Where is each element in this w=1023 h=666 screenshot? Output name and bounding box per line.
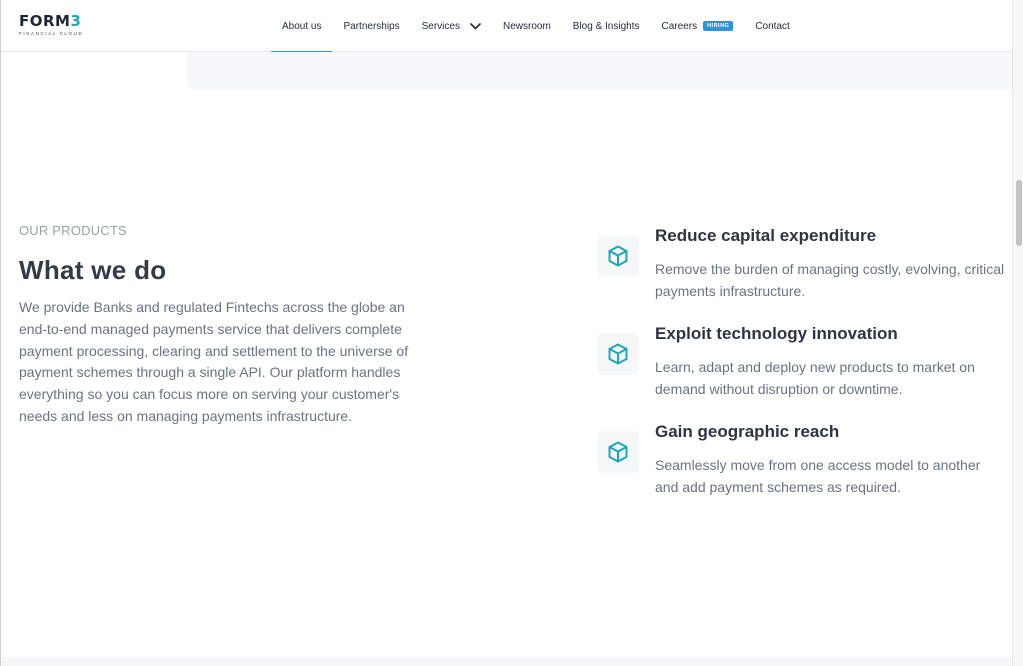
- feature-description: Seamlessly move from one access model to…: [655, 457, 981, 495]
- browser-viewport: FORM3 FINANCIAL CLOUD About us Partnersh…: [0, 0, 1023, 666]
- nav-item-partnerships[interactable]: Partnerships: [332, 0, 410, 52]
- logo-wordmark-accent: 3: [70, 12, 82, 30]
- chevron-down-icon[interactable]: [470, 22, 481, 30]
- section-eyebrow: OUR PRODUCTS: [19, 223, 127, 238]
- logo-tagline: FINANCIAL CLOUD: [19, 31, 84, 36]
- nav-item-label: Careers: [661, 20, 698, 32]
- nav-item-newsroom[interactable]: Newsroom: [492, 0, 562, 52]
- main-nav: About us Partnerships Services Newsroom …: [271, 0, 801, 53]
- nav-item-contact[interactable]: Contact: [744, 0, 800, 52]
- nav-item-label: Contact: [755, 20, 790, 32]
- next-section-band: [1, 657, 1012, 666]
- logo-wordmark: FORM3: [19, 14, 83, 29]
- scrollbar-thumb[interactable]: [1016, 180, 1022, 246]
- form3-logo[interactable]: FORM3 FINANCIAL CLOUD: [19, 14, 83, 37]
- section-description: We provide Banks and regulated Fintechs …: [19, 299, 409, 424]
- feature-description: Remove the burden of managing costly, ev…: [655, 261, 1005, 299]
- feature-title: Exploit technology innovation: [655, 324, 898, 343]
- nav-item-label: Newsroom: [502, 20, 551, 32]
- nav-item-careers[interactable]: Careers HIRING: [651, 0, 745, 52]
- nav-item-label: Services: [421, 20, 460, 32]
- previous-section-panel: [187, 52, 1012, 90]
- hiring-badge: HIRING: [703, 21, 734, 31]
- nav-item-label: About us: [282, 20, 322, 32]
- page-scrollbar[interactable]: [1012, 0, 1023, 666]
- nav-item-services[interactable]: Services: [411, 0, 492, 52]
- nav-item-about-us[interactable]: About us: [271, 0, 333, 53]
- feature-description: Learn, adapt and deploy new products to …: [655, 359, 975, 397]
- nav-item-blog-insights[interactable]: Blog & Insights: [562, 0, 651, 52]
- section-title: What we do: [19, 255, 167, 285]
- cube-icon: [597, 431, 639, 473]
- logo-wordmark-main: FORM: [19, 12, 71, 30]
- cube-icon: [597, 235, 639, 277]
- cube-icon: [597, 333, 639, 375]
- feature-title: Gain geographic reach: [655, 422, 840, 441]
- feature-title: Reduce capital expenditure: [655, 226, 877, 245]
- nav-item-label: Partnerships: [343, 20, 400, 32]
- nav-item-label: Blog & Insights: [572, 20, 640, 32]
- site-header: FORM3 FINANCIAL CLOUD About us Partnersh…: [1, 0, 1012, 53]
